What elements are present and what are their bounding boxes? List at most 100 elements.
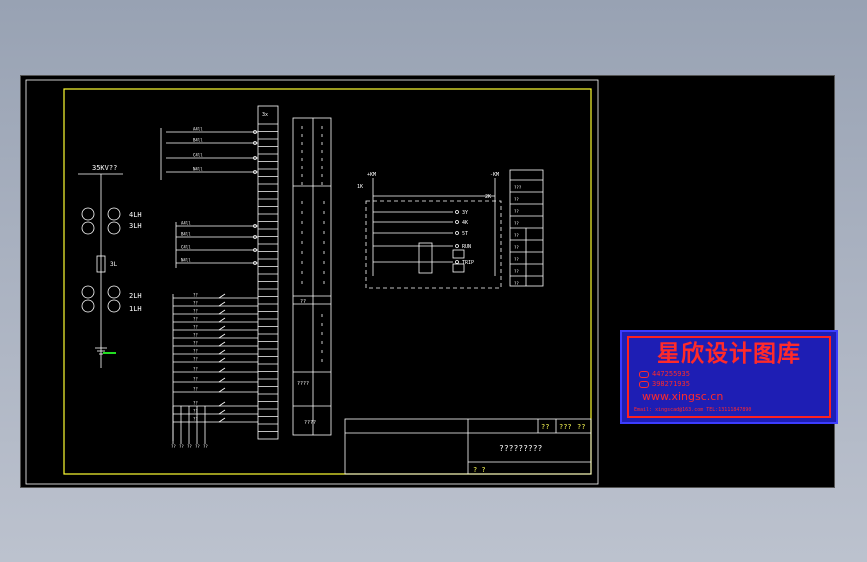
contact-label: ?? bbox=[193, 387, 198, 392]
coil-box bbox=[452, 249, 465, 259]
control-left-source: +KM bbox=[367, 172, 376, 178]
contact-label: ?? bbox=[193, 417, 198, 422]
contact-label: ?? bbox=[193, 293, 198, 298]
stamp-email: Email: xingscad@163.com TEL:13111847890 bbox=[634, 407, 752, 413]
contact-switch bbox=[218, 293, 226, 299]
contact-switch bbox=[218, 401, 226, 407]
drawing-title: ????????? bbox=[499, 444, 543, 453]
control-right-source: -KM bbox=[490, 172, 499, 178]
qq-number-1: 447255935 bbox=[652, 370, 690, 378]
terminal-block: 3x bbox=[257, 105, 279, 440]
ct-wire-label: N4ll bbox=[193, 167, 203, 172]
ct-wire-label: A4ll bbox=[193, 127, 203, 132]
bottom-code: ?? bbox=[187, 444, 192, 449]
control-table-rows: ??????????????????? bbox=[510, 179, 543, 286]
control-terminal bbox=[455, 210, 459, 214]
control-table-label: ?? bbox=[514, 197, 519, 202]
control-terminal bbox=[455, 260, 459, 264]
control-table-label: ??? bbox=[514, 185, 522, 190]
contact-switch bbox=[218, 333, 226, 339]
control-circuit: +KM -KM 1K 2K 3Y4K5TRUNTRIP ????????????… bbox=[357, 169, 544, 289]
contact-switch bbox=[218, 325, 226, 331]
ct-symbol bbox=[81, 285, 95, 299]
control-rows: 3Y4K5TRUNTRIP bbox=[372, 196, 496, 276]
contact-label: ?? bbox=[193, 309, 198, 314]
single-line-diagram: 35KV?? 4LH 3LH 3L 2LH 1LH bbox=[78, 164, 142, 368]
contact-switch bbox=[218, 301, 226, 307]
bottom-code: ?? bbox=[203, 444, 208, 449]
contact-label: ?? bbox=[193, 409, 198, 414]
control-table-label: ?? bbox=[514, 281, 519, 286]
fuse-label: 3L bbox=[110, 261, 118, 268]
ct-wire-label: C4ll bbox=[193, 153, 203, 158]
contact-switch bbox=[218, 377, 226, 383]
control-table-label: ?? bbox=[514, 209, 519, 214]
ct-symbol bbox=[107, 299, 121, 313]
contact-label: ?? bbox=[193, 377, 198, 382]
contact-switch bbox=[218, 317, 226, 323]
ct-symbol bbox=[107, 221, 121, 235]
bottom-code: ?? bbox=[179, 444, 184, 449]
busbar-label: 35KV?? bbox=[92, 164, 117, 172]
title-cell-b: ??? bbox=[559, 423, 572, 431]
control-table-label: ?? bbox=[514, 221, 519, 226]
control-dashed-box bbox=[365, 200, 502, 289]
stamp-qq-2: 398271935 bbox=[639, 380, 690, 388]
control-left-tag: 1K bbox=[357, 184, 363, 190]
control-table-label: ?? bbox=[514, 257, 519, 262]
title-cell-c: ?? bbox=[577, 423, 585, 431]
bottom-code: ?? bbox=[195, 444, 200, 449]
stamp-qq-1: 447255935 bbox=[639, 370, 690, 378]
relay-box bbox=[418, 242, 433, 274]
contact-label: ?? bbox=[193, 325, 198, 330]
contact-wiring: ???????????????????????????????????????? bbox=[171, 293, 258, 449]
terminal-header: 3x bbox=[262, 112, 268, 118]
drawing-frame bbox=[63, 88, 592, 475]
contact-label: ?? bbox=[193, 401, 198, 406]
ct-label-3lh: 3LH bbox=[129, 222, 142, 230]
pt-wire-label: N4ll bbox=[181, 258, 191, 263]
contact-label: ?? bbox=[193, 301, 198, 306]
contact-switch bbox=[218, 367, 226, 373]
pt-input-wiring: A4ll B4ll C4ll N4ll bbox=[175, 221, 258, 268]
contact-label: ?? bbox=[193, 333, 198, 338]
pt-wire-label: B4ll bbox=[181, 232, 191, 237]
qq-icon bbox=[639, 380, 649, 388]
control-terminal bbox=[455, 220, 459, 224]
qq-number-2: 398271935 bbox=[652, 380, 690, 388]
legend-lower-label: ???? bbox=[297, 381, 309, 387]
terminal-rows bbox=[258, 123, 278, 432]
control-terminal bbox=[455, 231, 459, 235]
ct-symbol bbox=[107, 285, 121, 299]
ct-wire-label: B4ll bbox=[193, 138, 203, 143]
stamp-website[interactable]: www.xingsc.cn bbox=[642, 390, 723, 403]
ct-symbol bbox=[107, 207, 121, 221]
contact-label: ?? bbox=[193, 367, 198, 372]
contact-label: ?? bbox=[193, 357, 198, 362]
ct-symbol bbox=[81, 299, 95, 313]
stamp-title: 星欣设计图库 bbox=[657, 341, 801, 367]
control-row-label: 4K bbox=[462, 220, 468, 226]
qq-icon bbox=[639, 370, 649, 378]
control-terminal bbox=[455, 244, 459, 248]
legend-table: ?? ???? ???? bbox=[292, 117, 332, 436]
contact-switch bbox=[218, 341, 226, 347]
control-row-label: 3Y bbox=[462, 210, 468, 216]
control-table-label: ?? bbox=[514, 269, 519, 274]
terminal-strip bbox=[257, 105, 279, 440]
legend-mid-label: ?? bbox=[300, 299, 306, 305]
control-row-label: RUN bbox=[462, 244, 471, 250]
cad-drawing-canvas[interactable]: 35KV?? 4LH 3LH 3L 2LH 1LH 3x A4ll B4ll C… bbox=[20, 75, 835, 488]
contact-switch bbox=[218, 409, 226, 415]
contact-label: ?? bbox=[193, 349, 198, 354]
ct-symbol bbox=[81, 221, 95, 235]
watermark-stamp: 星欣设计图库 447255935 398271935 www.xingsc.cn… bbox=[620, 330, 838, 424]
pt-wire-label: A4ll bbox=[181, 221, 191, 226]
sheet-label: ? ? bbox=[473, 466, 486, 474]
contact-switch bbox=[218, 387, 226, 393]
contact-label: ?? bbox=[193, 317, 198, 322]
legend-footer-label: ???? bbox=[304, 420, 316, 426]
contact-switch bbox=[218, 357, 226, 363]
ct-input-wiring: A4ll B4ll C4ll N4ll bbox=[160, 127, 258, 180]
contact-switch bbox=[218, 309, 226, 315]
